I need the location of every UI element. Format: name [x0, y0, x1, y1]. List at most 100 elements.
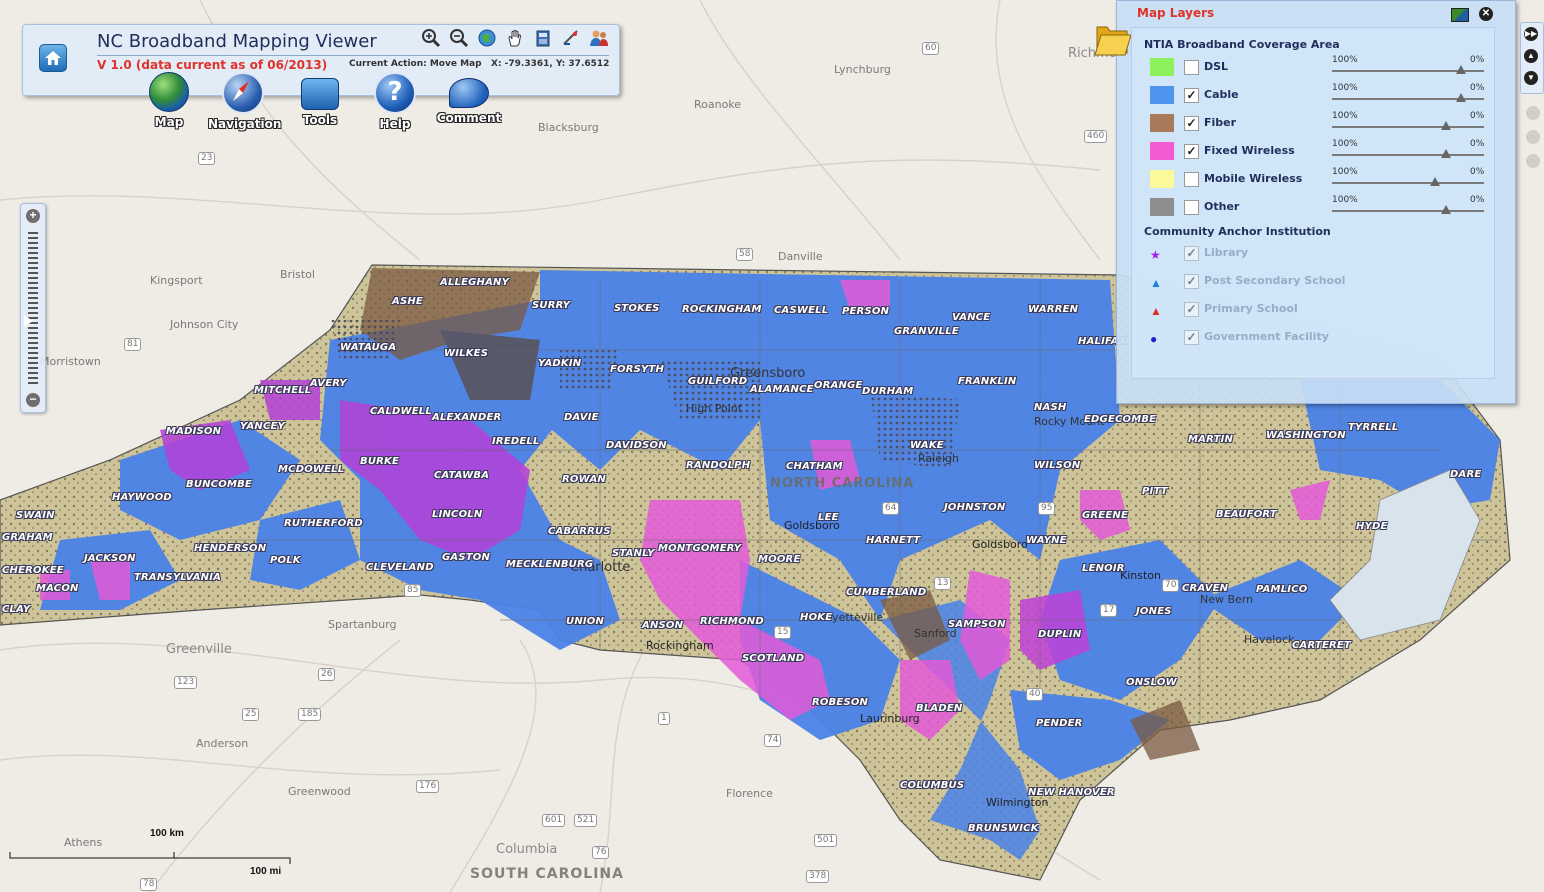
opacity-slider-thumb[interactable] [1441, 205, 1451, 214]
county-label: AVERY [310, 378, 347, 389]
county-label: MECKLENBURG [506, 559, 594, 570]
layer-name: DSL [1204, 60, 1229, 73]
anchor-symbol-icon: ▲ [1150, 304, 1162, 318]
zoom-slider[interactable]: + − [20, 203, 46, 413]
opacity-slider-thumb[interactable] [1441, 121, 1451, 130]
anchor-checkbox[interactable]: ✓ [1184, 246, 1199, 261]
anchor-checkbox[interactable]: ✓ [1184, 274, 1199, 289]
opacity-slider[interactable] [1332, 149, 1484, 158]
print-icon [536, 30, 550, 47]
opacity-min-label: 0% [1470, 167, 1485, 177]
opacity-max-label: 100% [1332, 195, 1358, 205]
opacity-max-label: 100% [1332, 55, 1358, 65]
county-label: BLADEN [916, 703, 963, 714]
layer-name: Fiber [1204, 116, 1237, 129]
scroll-down-button[interactable]: ▼ [1524, 71, 1538, 85]
county-label: JOHNSTON [944, 502, 1006, 513]
opacity-slider[interactable] [1332, 65, 1484, 74]
faint-up-button[interactable] [1526, 130, 1540, 144]
print-button[interactable] [533, 28, 553, 48]
folder-icon[interactable] [1093, 17, 1133, 59]
home-button[interactable] [39, 44, 67, 72]
measure-button[interactable] [561, 28, 581, 48]
county-label: HYDE [1356, 521, 1388, 532]
opacity-slider-thumb[interactable] [1456, 65, 1467, 74]
navigation-nav-button[interactable]: Navigation [208, 72, 281, 131]
layer-name: Other [1204, 200, 1240, 213]
opacity-max-label: 100% [1332, 139, 1358, 149]
help-nav-label: Help [379, 117, 411, 131]
layer-checkbox[interactable]: ✓ [1184, 116, 1199, 131]
faint-expand-button[interactable] [1526, 106, 1540, 120]
opacity-slider[interactable] [1332, 93, 1484, 102]
comment-nav-button[interactable]: Comment [434, 72, 504, 125]
county-label: ALEXANDER [432, 412, 502, 423]
county-label: SCOTLAND [742, 653, 805, 664]
city-label: New Bern [1200, 593, 1254, 606]
current-action-text: Current Action: Move Map [349, 59, 482, 69]
route-shield: 26 [318, 668, 336, 681]
anchor-checkbox[interactable]: ✓ [1184, 302, 1199, 317]
map-nav-button[interactable]: Map [134, 72, 204, 129]
county-label: NEW HANOVER [1028, 787, 1115, 798]
zoom-thumb[interactable] [24, 315, 33, 327]
layer-swatch [1150, 86, 1174, 104]
route-shield: 25 [242, 708, 260, 721]
county-label: PERSON [842, 306, 890, 317]
county-label: CLEVELAND [366, 562, 434, 573]
main-navigation: Map Navigation Tools ? Help Comment [140, 72, 520, 132]
layer-checkbox[interactable] [1184, 172, 1199, 187]
opacity-slider[interactable] [1332, 121, 1484, 130]
opacity-slider-thumb[interactable] [1441, 149, 1451, 158]
county-label: TYRRELL [1348, 422, 1399, 433]
anchor-name: Library [1204, 246, 1249, 259]
county-label: ROWAN [562, 474, 606, 485]
county-label: PITT [1142, 486, 1168, 497]
anchor-checkbox[interactable]: ✓ [1184, 330, 1199, 345]
coordinate-readout: X: -79.3361, Y: 37.6512 [491, 59, 610, 69]
county-label: JACKSON [84, 553, 136, 564]
tools-nav-button[interactable]: Tools [285, 72, 355, 127]
expand-panel-button[interactable]: ▶▶ [1524, 27, 1538, 41]
route-shield: 81 [124, 338, 142, 351]
county-label: VANCE [952, 312, 991, 323]
layer-checkbox[interactable] [1184, 200, 1199, 215]
full-extent-button[interactable] [477, 28, 497, 48]
layer-name: Cable [1204, 88, 1239, 101]
layer-checkbox[interactable]: ✓ [1184, 144, 1199, 159]
county-label: STOKES [614, 303, 660, 314]
county-label: MACON [36, 583, 79, 594]
identify-button[interactable] [589, 28, 609, 48]
title-divider [97, 55, 609, 56]
pan-button[interactable] [505, 28, 525, 48]
anchor-name: Post Secondary School [1204, 274, 1346, 287]
opacity-slider[interactable] [1332, 177, 1484, 186]
opacity-slider[interactable] [1332, 205, 1484, 214]
county-label: POLK [270, 555, 301, 566]
opacity-slider-thumb[interactable] [1456, 93, 1467, 102]
route-shield: 521 [574, 814, 598, 827]
close-icon: ✕ [1481, 8, 1491, 19]
route-shield: 601 [542, 814, 566, 827]
scale-bar: 100 km 100 mi [8, 828, 298, 878]
zoom-in-button[interactable] [421, 28, 441, 48]
zoom-out-small-button[interactable]: − [26, 393, 40, 407]
help-nav-button[interactable]: ? Help [360, 72, 430, 131]
state-label: NORTH CAROLINA [770, 476, 915, 491]
zoom-track[interactable] [28, 232, 38, 384]
legend-toggle-button[interactable] [1451, 8, 1469, 22]
county-label: MADISON [166, 426, 222, 437]
toolbox-icon [301, 78, 339, 110]
close-layers-button[interactable]: ✕ [1479, 7, 1493, 21]
layer-checkbox[interactable] [1184, 60, 1199, 75]
scroll-up-button[interactable]: ▲ [1524, 49, 1538, 63]
county-label: BURKE [360, 456, 400, 467]
zoom-out-button[interactable] [449, 28, 469, 48]
zoom-in-small-button[interactable]: + [26, 209, 40, 223]
layer-checkbox[interactable]: ✓ [1184, 88, 1199, 103]
faint-down-button[interactable] [1526, 154, 1540, 168]
county-label: ORANGE [814, 380, 863, 391]
opacity-slider-thumb[interactable] [1430, 177, 1441, 186]
county-label: DARE [1450, 469, 1482, 480]
county-label: ANSON [642, 620, 684, 631]
